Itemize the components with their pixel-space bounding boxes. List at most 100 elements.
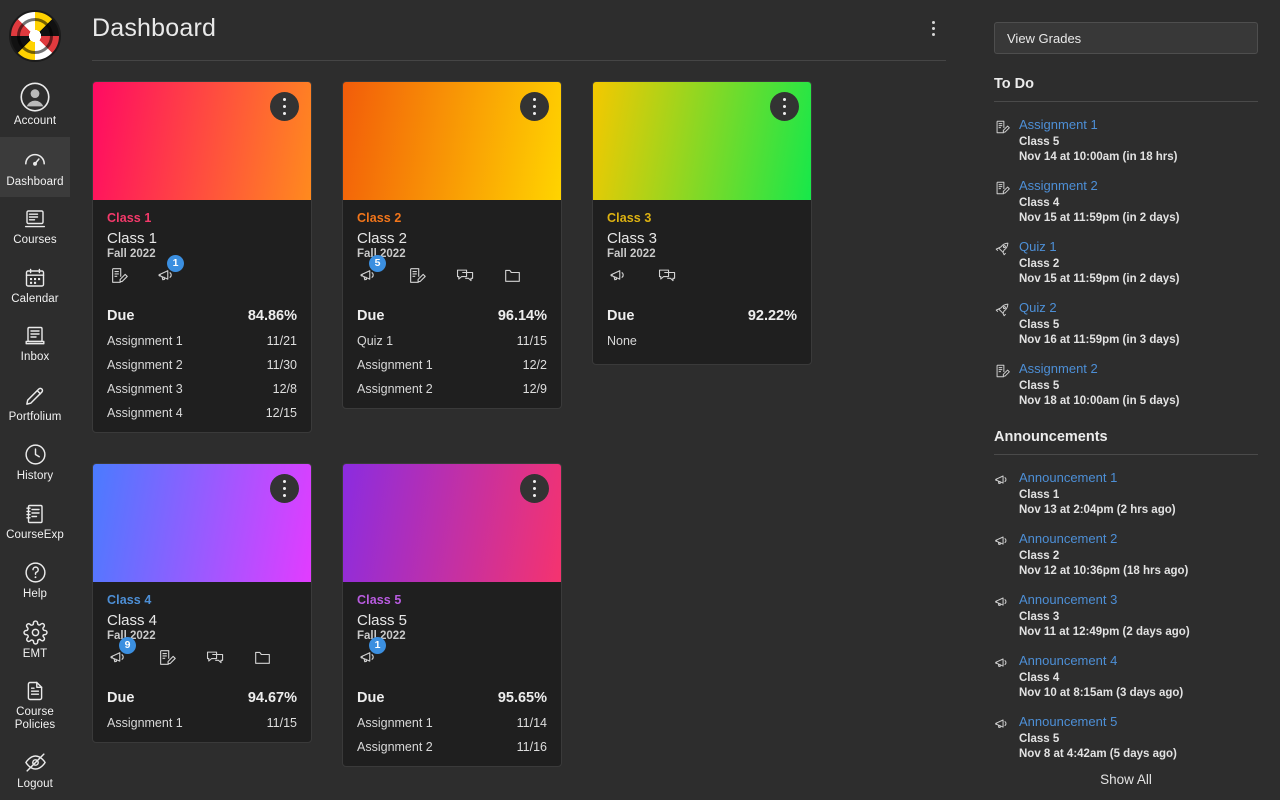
nav-item-course-policies[interactable]: Course Policies [0, 669, 70, 740]
due-item-row[interactable]: Assignment 112/2 [357, 348, 547, 372]
course-card-options-button[interactable] [270, 92, 299, 121]
kebab-dot [783, 98, 787, 102]
list-item-title[interactable]: Quiz 1 [1019, 239, 1179, 254]
list-item-title[interactable]: Assignment 1 [1019, 117, 1178, 132]
nav-item-help[interactable]: Help [0, 550, 70, 610]
announcements-icon[interactable]: 1 [359, 648, 378, 667]
list-item[interactable]: Assignment 2Class 4Nov 15 at 11:59pm (in… [994, 178, 1258, 224]
course-card-options-button[interactable] [770, 92, 799, 121]
due-item-date: 11/21 [267, 334, 297, 348]
nav-item-courses[interactable]: Courses [0, 197, 70, 256]
nav-item-calendar[interactable]: Calendar [0, 256, 70, 315]
files-icon[interactable] [253, 648, 272, 667]
due-item-row[interactable]: Assignment 111/15 [107, 706, 297, 730]
nav-item-inbox[interactable]: Inbox [0, 314, 70, 373]
course-grade: 96.14% [498, 308, 547, 324]
list-item[interactable]: Assignment 2Class 5Nov 18 at 10:00am (in… [994, 361, 1258, 407]
due-item-row[interactable]: Assignment 111/14 [357, 706, 547, 730]
list-item-date: Nov 14 at 10:00am (in 18 hrs) [1019, 151, 1178, 163]
list-item[interactable]: Announcement 2Class 2Nov 12 at 10:36pm (… [994, 531, 1258, 577]
course-card-nickname[interactable]: Class 1 [107, 211, 297, 225]
list-item[interactable]: Announcement 4Class 4Nov 10 at 8:15am (3… [994, 653, 1258, 699]
list-item-title[interactable]: Announcement 5 [1019, 714, 1177, 729]
course-card-options-button[interactable] [270, 474, 299, 503]
course-card-body: Class 3Class 3Fall 2022 [593, 200, 811, 294]
course-card-nickname[interactable]: Class 4 [107, 593, 297, 607]
discussions-icon[interactable] [455, 266, 474, 285]
course-card[interactable]: Class 4Class 4Fall 20229Due94.67%Assignm… [92, 463, 312, 743]
course-card-due-list: Assignment 111/15 [93, 706, 311, 742]
list-item[interactable]: Announcement 5Class 5Nov 8 at 4:42am (5 … [994, 714, 1258, 760]
nav-item-logout[interactable]: Logout [0, 740, 70, 800]
nav-item-emt[interactable]: EMT [0, 610, 70, 670]
due-item-row[interactable]: Assignment 412/15 [107, 396, 297, 420]
announcements-icon[interactable]: 1 [157, 266, 176, 285]
course-card-banner [593, 82, 811, 200]
inbox-icon [23, 324, 47, 348]
due-item-row[interactable]: Assignment 111/21 [107, 324, 297, 348]
due-item-row[interactable]: Quiz 111/15 [357, 324, 547, 348]
list-item-title[interactable]: Assignment 2 [1019, 361, 1179, 376]
assignments-icon[interactable] [407, 266, 426, 285]
course-card-nickname[interactable]: Class 5 [357, 593, 547, 607]
due-item-row[interactable]: Assignment 211/16 [357, 730, 547, 754]
view-grades-button[interactable]: View Grades [994, 22, 1258, 54]
nav-item-portfolium[interactable]: Portfolium [0, 373, 70, 433]
course-card-icon-row [607, 266, 797, 294]
kebab-dot [932, 33, 935, 36]
course-grade: 92.22% [748, 308, 797, 324]
list-item[interactable]: Quiz 1Class 2Nov 15 at 11:59pm (in 2 day… [994, 239, 1258, 285]
document-icon [23, 679, 47, 703]
course-card[interactable]: Class 5Class 5Fall 20221Due95.65%Assignm… [342, 463, 562, 767]
course-card[interactable]: Class 3Class 3Fall 2022Due92.22%None [592, 81, 812, 365]
course-card-title: Class 5 [357, 612, 547, 629]
university-logo[interactable] [9, 10, 61, 62]
assignments-icon[interactable] [157, 648, 176, 667]
course-card-due-header: Due 96.14% [343, 294, 561, 324]
quiz-icon [994, 239, 1010, 285]
list-item-title[interactable]: Announcement 3 [1019, 592, 1190, 607]
list-item-course: Class 3 [1019, 611, 1190, 623]
nav-item-dashboard[interactable]: Dashboard [0, 137, 70, 198]
list-item-title[interactable]: Quiz 2 [1019, 300, 1179, 315]
announcements-icon[interactable] [609, 266, 628, 285]
due-item-row[interactable]: Assignment 212/9 [357, 372, 547, 396]
course-card-nickname[interactable]: Class 2 [357, 211, 547, 225]
unread-badge: 1 [167, 255, 184, 272]
list-item-title[interactable]: Announcement 4 [1019, 653, 1183, 668]
nav-item-courseexp[interactable]: CourseExp [0, 492, 70, 551]
list-item-title[interactable]: Assignment 2 [1019, 178, 1179, 193]
files-icon[interactable] [503, 266, 522, 285]
history-icon [23, 442, 48, 467]
announcement-icon [994, 531, 1010, 577]
list-item[interactable]: Assignment 1Class 5Nov 14 at 10:00am (in… [994, 117, 1258, 163]
due-item-row[interactable]: Assignment 211/30 [107, 348, 297, 372]
show-all-link[interactable]: Show All [994, 772, 1258, 787]
discussions-icon[interactable] [205, 648, 224, 667]
account-icon [20, 82, 50, 112]
list-item-course: Class 5 [1019, 733, 1177, 745]
course-card-nickname[interactable]: Class 3 [607, 211, 797, 225]
course-card-due-header: Due94.67% [93, 676, 311, 706]
list-item[interactable]: Announcement 3Class 3Nov 11 at 12:49pm (… [994, 592, 1258, 638]
list-item-title[interactable]: Announcement 1 [1019, 470, 1176, 485]
list-item[interactable]: Announcement 1Class 1Nov 13 at 2:04pm (2… [994, 470, 1258, 516]
course-card-options-button[interactable] [520, 474, 549, 503]
course-card[interactable]: Class 1Class 1Fall 20221Due84.86%Assignm… [92, 81, 312, 433]
discussions-icon[interactable] [657, 266, 676, 285]
announcement-icon [994, 592, 1010, 638]
nav-item-history[interactable]: History [0, 432, 70, 492]
nav-item-account[interactable]: Account [0, 72, 70, 137]
course-card[interactable]: Class 2Class 2Fall 20225Due96.14%Quiz 11… [342, 81, 562, 409]
list-item-title[interactable]: Announcement 2 [1019, 531, 1188, 546]
announcements-icon[interactable]: 9 [109, 648, 128, 667]
announcements-icon[interactable]: 5 [359, 266, 378, 285]
dashboard-options-button[interactable] [920, 16, 946, 42]
course-card-options-button[interactable] [520, 92, 549, 121]
due-item-row[interactable]: Assignment 312/8 [107, 372, 297, 396]
list-item[interactable]: Quiz 2Class 5Nov 16 at 11:59pm (in 3 day… [994, 300, 1258, 346]
nav-item-label: Portfolium [9, 411, 62, 424]
global-navigation: AccountDashboardCoursesCalendarInbox Port… [0, 0, 70, 800]
due-label: Due [357, 308, 384, 324]
assignments-icon[interactable] [109, 266, 128, 285]
